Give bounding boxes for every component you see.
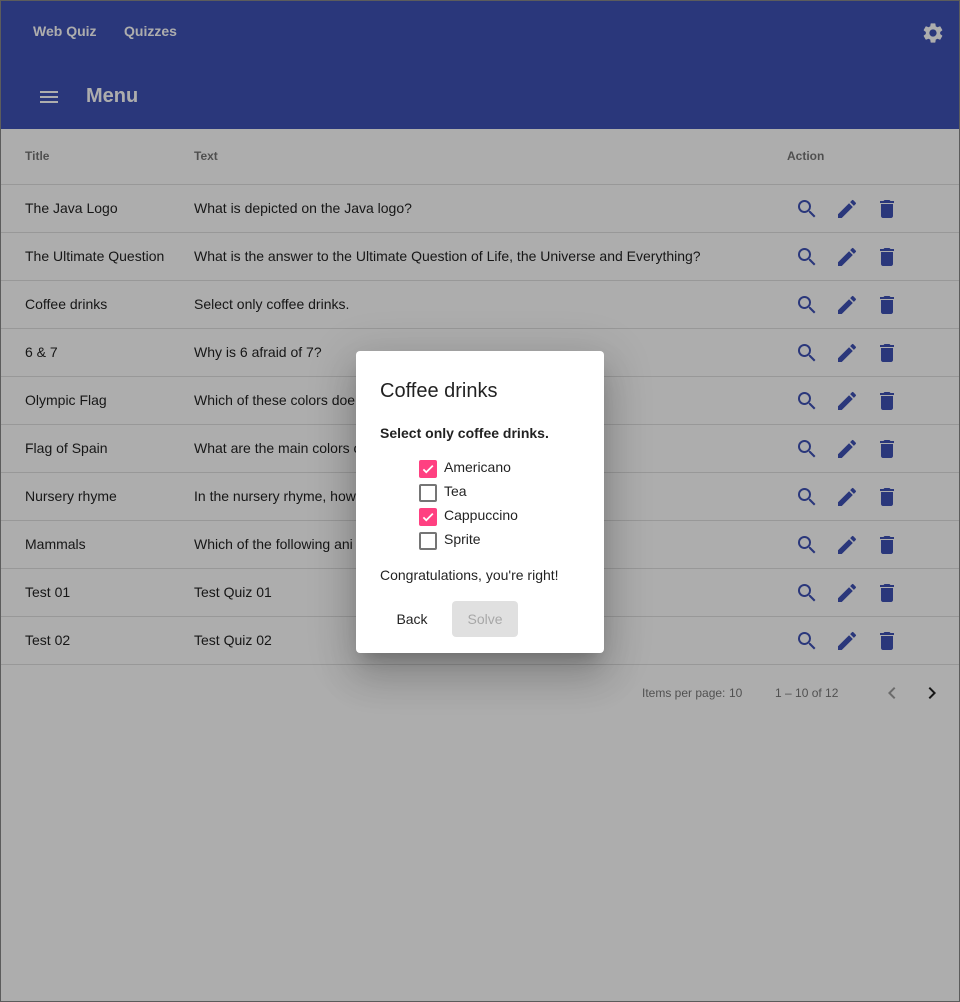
check-icon [422, 465, 434, 474]
quiz-dialog: Coffee drinks Select only coffee drinks.… [356, 351, 604, 653]
dialog-backdrop[interactable]: Coffee drinks Select only coffee drinks.… [0, 0, 960, 1002]
checkbox[interactable] [419, 508, 437, 526]
option-label: Sprite [444, 531, 481, 547]
back-button[interactable]: Back [380, 601, 444, 637]
dialog-question: Select only coffee drinks. [380, 425, 549, 441]
option-label: Tea [444, 483, 467, 499]
checkbox[interactable] [419, 460, 437, 478]
solve-button[interactable]: Solve [452, 601, 518, 637]
option-label: Americano [444, 459, 511, 475]
checkbox[interactable] [419, 532, 437, 550]
dialog-title: Coffee drinks [380, 380, 498, 402]
checkbox[interactable] [419, 484, 437, 502]
check-icon [422, 513, 434, 522]
option-label: Cappuccino [444, 507, 518, 523]
result-message: Congratulations, you're right! [380, 567, 559, 583]
